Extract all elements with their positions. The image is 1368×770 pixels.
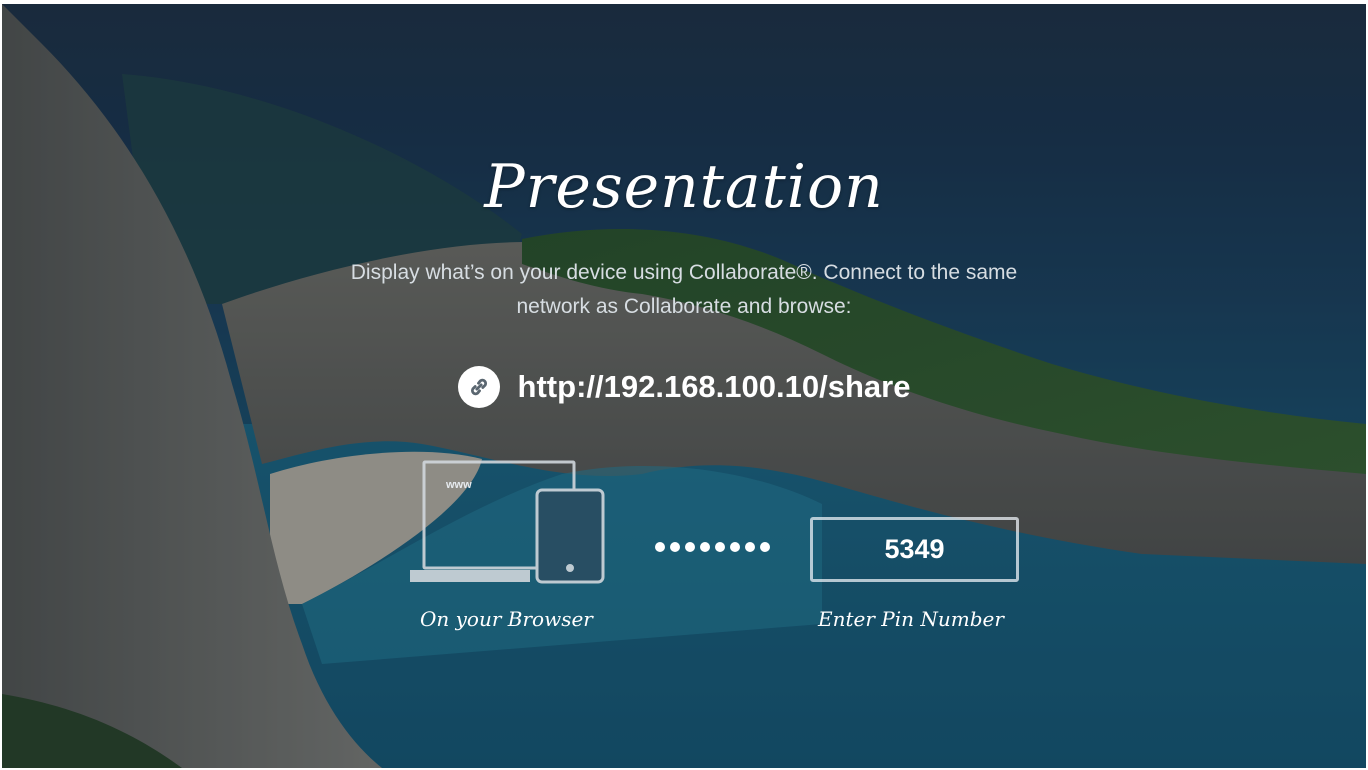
dot	[760, 542, 770, 552]
pin-caption: Enter Pin Number	[818, 607, 1004, 631]
dot	[655, 542, 665, 552]
pin-display: 5349	[810, 517, 1019, 582]
share-url-row: http://192.168.100.10/share	[2, 366, 1366, 408]
connection-dots	[655, 542, 770, 552]
presentation-screen: Presentation Display what’s on your devi…	[2, 4, 1366, 768]
dot	[715, 542, 725, 552]
dot	[685, 542, 695, 552]
browser-caption: On your Browser	[420, 607, 593, 631]
pin-value: 5349	[884, 534, 945, 564]
page-title: Presentation	[484, 152, 884, 222]
dot	[745, 542, 755, 552]
share-url: http://192.168.100.10/share	[517, 369, 911, 404]
dot	[670, 542, 680, 552]
link-icon	[457, 366, 500, 408]
dot	[730, 542, 740, 552]
laptop-tablet-icon: www	[410, 460, 605, 584]
browser-www-label: www	[445, 479, 472, 491]
dot	[700, 542, 710, 552]
instructions-text: Display what’s on your device using Coll…	[350, 261, 1018, 318]
